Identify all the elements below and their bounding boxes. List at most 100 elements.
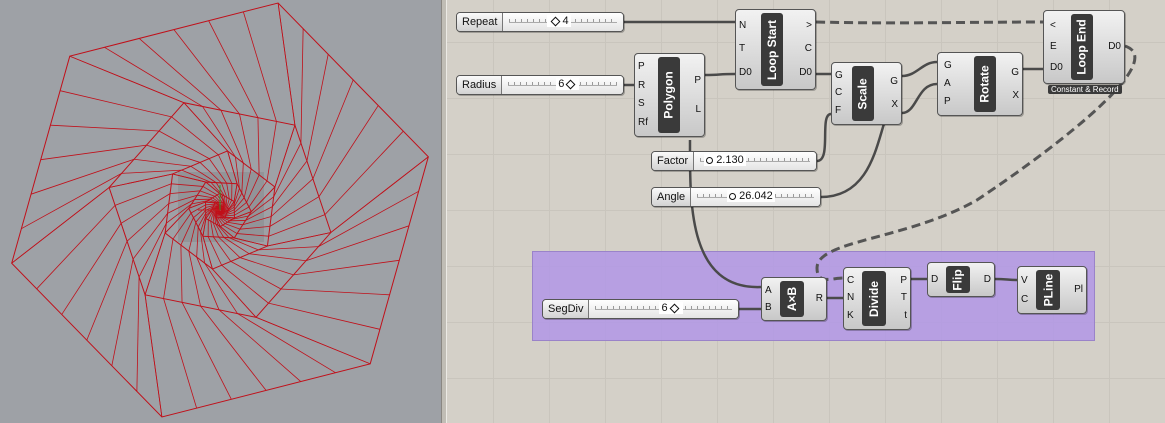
flip-component[interactable]: D Flip D — [927, 262, 995, 297]
input-ports: G C F — [835, 63, 843, 124]
slider-name: Radius — [457, 76, 503, 94]
loop-start-component[interactable]: N T D0 Loop Start > C D0 — [735, 9, 816, 90]
wire-angle-to-rotate — [820, 114, 889, 199]
pline-component[interactable]: V C PLine Pl — [1017, 266, 1087, 314]
slider-grip-icon[interactable] — [669, 303, 680, 314]
input-port[interactable]: T — [739, 43, 745, 55]
output-port[interactable]: t — [904, 310, 907, 322]
output-ports: P T t — [900, 268, 907, 329]
output-port[interactable]: > — [806, 20, 812, 32]
component-core[interactable]: Divide — [862, 271, 886, 326]
spiral-segment — [171, 116, 219, 156]
output-port[interactable]: G — [1011, 67, 1019, 79]
input-port[interactable]: R — [638, 80, 645, 92]
spiral-segment — [40, 144, 147, 161]
input-port[interactable]: D0 — [739, 67, 752, 79]
component-core[interactable]: Rotate — [974, 56, 996, 112]
output-port[interactable]: Pl — [1074, 284, 1083, 296]
input-port[interactable]: S — [638, 98, 645, 110]
output-port[interactable]: C — [805, 43, 812, 55]
slider-name: SegDiv — [543, 300, 590, 318]
slider-name: Factor — [652, 152, 695, 170]
spiral-segment — [239, 113, 252, 170]
input-port[interactable]: < — [1050, 20, 1056, 32]
input-port[interactable]: E — [1050, 41, 1057, 53]
input-port[interactable]: A — [944, 78, 951, 90]
spiral-segment — [257, 117, 260, 175]
input-port[interactable]: F — [835, 105, 841, 117]
grasshopper-canvas[interactable]: Repeat 4 Radius 6 Factor 2.130 Angle 26.… — [447, 0, 1165, 423]
input-port[interactable]: C — [1021, 294, 1028, 306]
component-core[interactable]: Loop End — [1071, 14, 1093, 80]
segdiv-slider[interactable]: SegDiv 6 — [542, 299, 739, 319]
slider-grip-icon[interactable] — [729, 192, 737, 200]
input-port[interactable]: D — [931, 274, 938, 286]
component-core[interactable]: PLine — [1036, 270, 1060, 310]
input-port[interactable]: G — [835, 70, 843, 82]
slider-track[interactable]: 6 — [502, 76, 623, 94]
slider-grip-icon[interactable] — [551, 16, 561, 27]
rhino-viewport[interactable] — [0, 0, 441, 423]
output-port[interactable]: T — [901, 292, 907, 304]
slider-grip-icon[interactable] — [706, 156, 714, 164]
output-port[interactable]: P — [900, 275, 907, 287]
spiral-segment — [144, 294, 163, 418]
spiral-segment — [268, 214, 326, 237]
output-port[interactable]: D0 — [799, 67, 812, 79]
slider-track[interactable]: 26.042 — [691, 188, 820, 206]
repeat-slider[interactable]: Repeat 4 — [456, 12, 624, 32]
input-port[interactable]: C — [835, 87, 842, 99]
input-port[interactable]: K — [847, 310, 854, 322]
input-port[interactable]: N — [847, 292, 854, 304]
spiral-segment — [138, 223, 167, 278]
component-title: A×B — [785, 286, 799, 312]
spiral-segment — [205, 203, 215, 206]
output-port[interactable]: X — [1012, 90, 1019, 102]
input-port[interactable]: A — [765, 285, 772, 297]
slider-track[interactable]: 2.130 — [694, 152, 816, 170]
input-ports: C N K — [847, 268, 854, 329]
input-port[interactable]: Rf — [638, 117, 648, 129]
spiral-segment — [221, 264, 269, 304]
slider-track[interactable]: 4 — [503, 13, 623, 31]
output-port[interactable]: G — [890, 76, 898, 88]
component-core[interactable]: Loop Start — [761, 13, 783, 86]
component-core[interactable]: Scale — [852, 66, 874, 121]
input-port[interactable]: P — [944, 96, 951, 108]
slider-track[interactable]: 6 — [589, 300, 738, 318]
output-port[interactable]: R — [816, 293, 823, 305]
radius-slider[interactable]: Radius 6 — [456, 75, 624, 95]
output-port[interactable]: P — [694, 75, 701, 87]
input-port[interactable]: B — [765, 302, 772, 314]
wire-loopstart-to-loopend — [815, 20, 1044, 25]
input-port[interactable]: C — [847, 275, 854, 287]
input-port[interactable]: G — [944, 60, 952, 72]
slider-value-text: 2.130 — [716, 154, 744, 166]
slider-grip-icon[interactable] — [565, 79, 576, 90]
spiral-segment — [61, 223, 122, 315]
slider-value: 26.042 — [727, 190, 775, 202]
output-port[interactable]: X — [891, 99, 898, 111]
loop-end-caption: Constant & Record — [1048, 85, 1122, 94]
rotate-component[interactable]: G A P Rotate G X — [937, 52, 1023, 116]
divide-component[interactable]: C N K Divide P T t — [843, 267, 911, 330]
loop-end-component[interactable]: < E D0 Loop End D0 — [1043, 10, 1125, 84]
scale-component[interactable]: G C F Scale G X — [831, 62, 902, 125]
input-port[interactable]: V — [1021, 275, 1028, 287]
component-core[interactable]: Flip — [946, 266, 970, 293]
output-port[interactable]: D — [984, 274, 991, 286]
spiral-segment — [293, 259, 400, 276]
input-port[interactable]: P — [638, 61, 645, 73]
input-port[interactable]: N — [739, 20, 746, 32]
output-port[interactable]: L — [695, 104, 701, 116]
spiral-geometry — [11, 2, 429, 418]
component-core[interactable]: A×B — [780, 281, 804, 317]
output-port[interactable]: D0 — [1108, 41, 1121, 53]
component-core[interactable]: Polygon — [658, 57, 680, 133]
input-port[interactable]: D0 — [1050, 62, 1063, 74]
axb-component[interactable]: A B A×B R — [761, 277, 827, 321]
angle-slider[interactable]: Angle 26.042 — [651, 187, 821, 207]
factor-slider[interactable]: Factor 2.130 — [651, 151, 817, 171]
spiral-segment — [249, 253, 306, 262]
polygon-component[interactable]: P R S Rf Polygon P L — [634, 53, 705, 137]
